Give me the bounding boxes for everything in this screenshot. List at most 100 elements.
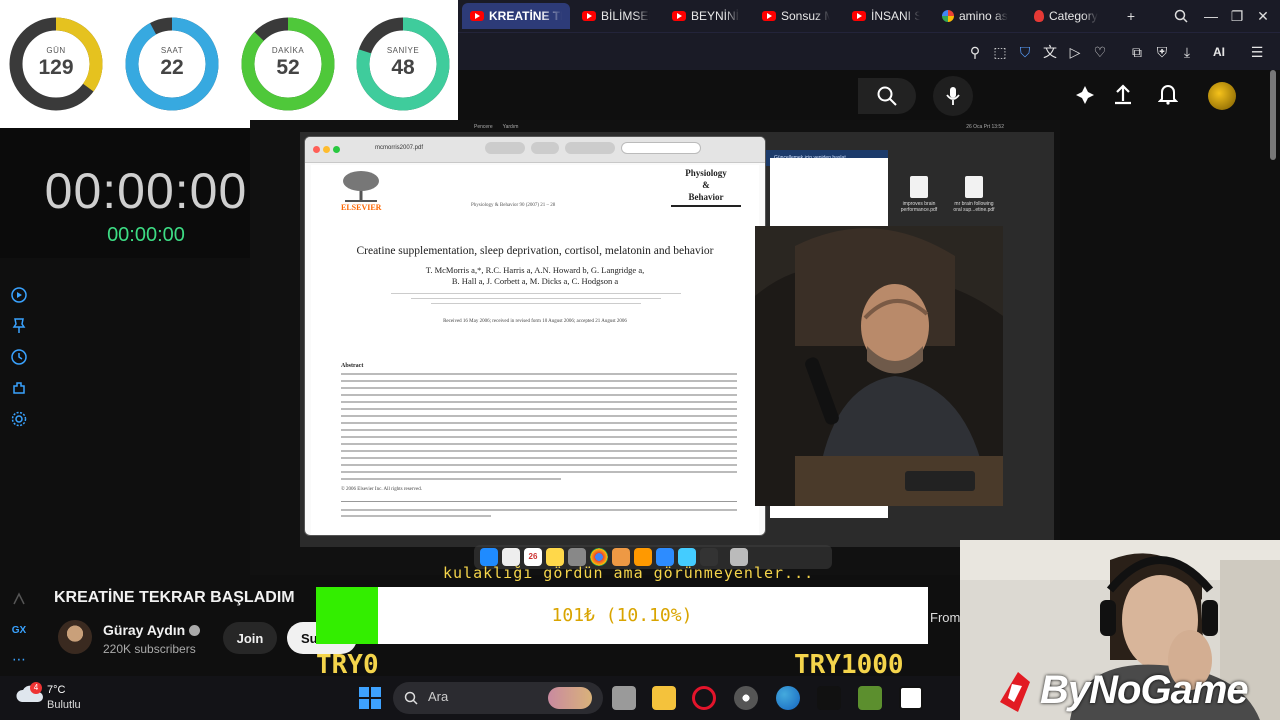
- windows-taskbar: 4 7°C Bulutlu Ara: [0, 676, 960, 720]
- extensions-icon[interactable]: ⧉: [1128, 43, 1146, 61]
- send-icon[interactable]: ▷: [1066, 43, 1084, 61]
- heart-icon[interactable]: ♡: [1091, 43, 1109, 61]
- abstract-text-line: [341, 380, 737, 382]
- profile-lock-icon[interactable]: ⛨: [1153, 43, 1171, 61]
- abstract-text-line: [341, 478, 561, 480]
- journal-line: Physiology & Behavior 90 (2007) 21 – 28: [471, 203, 556, 208]
- notifications-bell-icon[interactable]: [1157, 83, 1179, 110]
- join-button[interactable]: Join: [223, 622, 277, 654]
- mac-menubar: Pencere Yardım 26 Oca Prt 13:52: [304, 122, 1004, 132]
- maximize-button[interactable]: ❐: [1226, 6, 1248, 26]
- browser-tab-label: Sonsuz M: [781, 9, 830, 23]
- elsevier-tree-logo: [343, 171, 379, 202]
- shield-icon[interactable]: ⛉: [1016, 43, 1034, 61]
- settings-gear-icon[interactable]: [10, 410, 28, 428]
- abstract-text-line: [341, 401, 737, 403]
- voice-search-button[interactable]: [933, 76, 973, 116]
- left-rail: GX ⋯: [0, 258, 40, 676]
- stopwatch-sub: 00:00:00: [107, 224, 185, 246]
- abstract-text-line: [341, 450, 737, 452]
- extensions-icon[interactable]: [10, 379, 28, 397]
- journal-name-3: Behavior: [688, 192, 724, 202]
- pin-icon[interactable]: [10, 317, 28, 335]
- zoom-dot: [333, 146, 340, 153]
- more-dots-icon[interactable]: ⋯: [10, 650, 28, 668]
- clock-icon[interactable]: [10, 348, 28, 366]
- authors-line-2: B. Hall a, J. Corbett a, M. Dicks a, C. …: [451, 276, 619, 286]
- weather-temperature[interactable]: 7°C: [47, 684, 65, 696]
- search-icon: [877, 86, 897, 106]
- taskbar-search[interactable]: [393, 682, 603, 714]
- desktop-file-name: improves brain performance.pdf: [900, 201, 938, 213]
- subscriber-count: 220K subscribers: [103, 642, 196, 656]
- browser-tab[interactable]: İNSANI S: [844, 3, 928, 29]
- gx-label[interactable]: GX: [10, 621, 28, 639]
- keywords-line: [341, 509, 737, 511]
- divider: [341, 501, 737, 502]
- countdown-value: 129: [38, 56, 74, 79]
- category-site-icon: [1034, 10, 1044, 22]
- zoom-controls: [485, 142, 525, 154]
- abstract-text-line: [341, 443, 737, 445]
- weather-condition[interactable]: Bulutlu: [47, 699, 81, 711]
- browser-tab[interactable]: Category: [1026, 3, 1112, 29]
- ai-button[interactable]: AI: [1204, 43, 1234, 61]
- minecraft-icon[interactable]: [858, 686, 882, 710]
- pdf-filename: mcmorris2007.pdf: [375, 145, 424, 151]
- markup-controls: [531, 142, 559, 154]
- page-scrollbar[interactable]: [1270, 70, 1276, 160]
- search-button[interactable]: [858, 78, 916, 114]
- countdown-value: 52: [276, 56, 300, 79]
- wave-icon[interactable]: [10, 590, 28, 608]
- abstract-text-line: [341, 429, 737, 431]
- browser-tab[interactable]: amino as: [934, 3, 1020, 29]
- opera-gx-icon[interactable]: [692, 686, 716, 710]
- menu-icon[interactable]: ☰: [1248, 43, 1266, 61]
- copyright-line: © 2006 Elsevier Inc. All rights reserved…: [341, 487, 423, 492]
- browser-tab[interactable]: BEYNİNİZ: [664, 3, 748, 29]
- podcast-camera-feed: [755, 226, 1003, 506]
- video-title: KREATİNE TEKRAR BAŞLADIM: [54, 589, 295, 606]
- pdf-search-field: [621, 142, 701, 154]
- close-dot: [313, 146, 320, 153]
- new-tab-button[interactable]: +: [1120, 6, 1142, 26]
- play-circle-icon[interactable]: [10, 286, 28, 304]
- mac-menu-window: Pencere: [474, 124, 493, 130]
- capcut-icon[interactable]: [817, 686, 841, 710]
- pin-icon[interactable]: ⚲: [966, 43, 984, 61]
- minimize-button[interactable]: —: [1200, 6, 1222, 26]
- browser-tab[interactable]: KREATİNE TE: [462, 3, 570, 29]
- create-icon[interactable]: [1074, 84, 1096, 111]
- screenshot-icon[interactable]: ⬚: [991, 43, 1009, 61]
- journal-name: Physiology & Behavior: [671, 167, 741, 207]
- windows-logo-pane: [359, 699, 369, 709]
- channel-name-row[interactable]: Güray Aydın: [103, 622, 201, 638]
- search-tabs-icon[interactable]: [1170, 6, 1192, 26]
- translate-icon[interactable]: 文: [1041, 43, 1059, 61]
- upload-icon[interactable]: [1113, 83, 1133, 110]
- obs-icon[interactable]: [734, 686, 758, 710]
- close-window-button[interactable]: ✕: [1252, 6, 1274, 26]
- verified-icon: [189, 624, 201, 636]
- browser-tab[interactable]: Sonsuz M: [754, 3, 838, 29]
- youtube-icon: [582, 11, 596, 21]
- channel-name[interactable]: Güray Aydın: [103, 622, 185, 638]
- channel-avatar[interactable]: [58, 620, 92, 654]
- document-icon: [910, 176, 928, 198]
- start-button[interactable]: [359, 687, 381, 709]
- video-player[interactable]: Pencere Yardım 26 Oca Prt 13:52 Güncelle…: [250, 120, 1060, 575]
- account-avatar[interactable]: [1208, 82, 1236, 110]
- download-icon[interactable]: ⤓: [1178, 43, 1196, 61]
- journal-name-2: &: [702, 180, 710, 190]
- task-view-icon[interactable]: [612, 686, 636, 710]
- desktop-file: improves brain performance.pdf: [895, 176, 943, 213]
- abstract-text-line: [341, 373, 737, 375]
- browser-tab-bar: KREATİNE TE BİLİMSEL BEYNİNİZ Sonsuz M İNSAN…: [458, 0, 1280, 32]
- received-line: Received 16 May 2006; received in revise…: [443, 319, 627, 324]
- youtube-icon: [852, 11, 866, 21]
- edge-icon[interactable]: [776, 686, 800, 710]
- youtube-header: [458, 70, 1270, 120]
- browser-tab[interactable]: BİLİMSEL: [574, 3, 658, 29]
- notion-icon[interactable]: [899, 686, 923, 710]
- file-explorer-icon[interactable]: [652, 686, 676, 710]
